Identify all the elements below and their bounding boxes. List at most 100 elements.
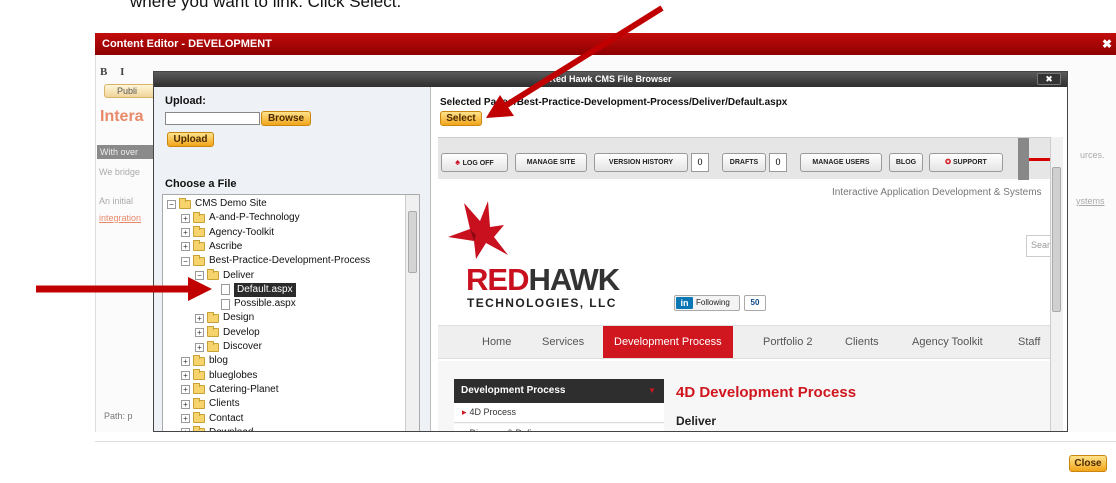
divider [95, 441, 1116, 442]
lifebuoy-icon: ✪ [945, 159, 953, 166]
tree-folder-item[interactable]: − Best-Practice-Development-Process [181, 254, 370, 268]
file-tree: − CMS Demo Site + A-and-P-Technology + Agency… [162, 194, 420, 431]
linkedin-count: 50 [744, 295, 766, 311]
linkedin-follow-button[interactable]: in Following [674, 295, 740, 311]
close-button[interactable]: Close [1069, 455, 1107, 472]
dialog-close-icon[interactable]: ✖ [1037, 73, 1061, 85]
logo-red-part: RED [466, 262, 529, 297]
nav-development-process[interactable]: Development Process [603, 326, 733, 358]
tree-folder-item[interactable]: + Agency-Toolkit [181, 226, 274, 240]
expand-icon[interactable]: + [181, 385, 190, 395]
file-browser-left-panel: Upload: Browse Upload Choose a File − CMS… [154, 87, 431, 431]
version-history-button[interactable]: VERSION HISTORY [594, 153, 688, 172]
select-button[interactable]: Select [440, 111, 482, 126]
cms-admin-toolbar: ♠ LOG OFF MANAGE SITE VERSION HISTORY 0 … [438, 137, 1058, 180]
editor-link-right[interactable]: ystems [1076, 196, 1105, 206]
nav-portfolio[interactable]: Portfolio 2 [763, 326, 813, 358]
hawk-icon: ♠ [455, 157, 463, 167]
tree-item-label: Possible.aspx [234, 298, 296, 310]
expand-icon[interactable]: + [195, 342, 204, 352]
collapse-icon[interactable]: − [195, 271, 204, 280]
sidebar-item-4d-process[interactable]: 4D Process [454, 403, 664, 423]
manage-site-button[interactable]: MANAGE SITE [515, 153, 587, 172]
tree-folder-item[interactable]: + Contact [181, 412, 243, 426]
tree-folder-item[interactable]: − CMS Demo Site [167, 197, 267, 211]
tree-file-item[interactable]: Default.aspx [209, 282, 296, 297]
expand-icon[interactable]: + [181, 213, 190, 223]
editor-text-line: We bridge [99, 167, 140, 177]
folder-icon [207, 326, 219, 338]
upload-button[interactable]: Upload [167, 132, 214, 147]
sidebar-heading-label: Development Process [461, 385, 566, 396]
tree-item-label: Agency-Toolkit [209, 226, 275, 238]
tree-scrollbar[interactable] [405, 195, 419, 431]
blog-button[interactable]: BLOG [889, 153, 923, 172]
file-icon [221, 284, 230, 296]
editor-link[interactable]: integration [99, 213, 141, 223]
chevron-down-icon: ▼ [648, 386, 656, 395]
folder-icon [193, 354, 205, 366]
tree-folder-item[interactable]: + blueglobes [181, 369, 257, 383]
tree-folder-item[interactable]: + Develop [195, 326, 260, 340]
tree-folder-item[interactable]: + Clients [181, 397, 240, 411]
nav-agency-toolkit[interactable]: Agency Toolkit [912, 326, 983, 358]
version-count: 0 [691, 153, 709, 172]
file-icon [221, 298, 230, 310]
tree-item-label: CMS Demo Site [195, 198, 267, 209]
logo-dark-part: HAWK [528, 262, 620, 297]
editor-text-right: urces. [1080, 150, 1105, 160]
upload-file-input[interactable] [165, 112, 260, 125]
tree-folder-item[interactable]: + Download [181, 426, 253, 431]
expand-icon[interactable]: + [181, 242, 190, 252]
log-off-label: LOG OFF [462, 160, 494, 167]
expand-icon[interactable]: + [181, 428, 190, 431]
site-search-input[interactable]: Search [1026, 235, 1051, 257]
preview-scrollbar[interactable] [1050, 137, 1063, 431]
tree-item-label: Discover [223, 341, 262, 352]
support-button[interactable]: ✪ SUPPORT [929, 153, 1003, 172]
expand-icon[interactable]: + [181, 356, 190, 366]
tree-item-label: Deliver [223, 269, 255, 281]
browse-button[interactable]: Browse [261, 111, 311, 126]
tree-folder-item[interactable]: + Ascribe [181, 240, 242, 254]
tree-folder-item[interactable]: + Discover [195, 340, 262, 354]
drafts-button[interactable]: DRAFTS [722, 153, 766, 172]
publish-tab[interactable]: Publi [104, 84, 160, 98]
nav-clients[interactable]: Clients [845, 326, 879, 358]
manage-users-button[interactable]: MANAGE USERS [800, 153, 882, 172]
folder-icon [193, 412, 205, 423]
instruction-text: where you want to link. Click Select. [130, 0, 402, 11]
tree-folder-item[interactable]: − Deliver [195, 269, 254, 283]
preview-scrollbar-thumb[interactable] [1052, 167, 1061, 312]
site-tagline: Interactive Application Development & Sy… [832, 187, 1042, 198]
collapse-icon[interactable]: − [181, 256, 190, 266]
log-off-button[interactable]: ♠ LOG OFF [441, 153, 508, 172]
sidebar-item-discover-define[interactable]: Discover & Define [454, 424, 664, 431]
expand-icon[interactable]: + [195, 313, 204, 323]
tree-scrollbar-thumb[interactable] [408, 211, 417, 273]
nav-staff[interactable]: Staff [1018, 326, 1040, 358]
file-browser-dialog: Red Hawk CMS File Browser ✖ Upload: Brow… [153, 71, 1068, 432]
collapse-icon[interactable]: − [167, 199, 176, 209]
tree-folder-item[interactable]: + blog [181, 354, 228, 368]
toolbar-handle[interactable] [1018, 138, 1029, 180]
sidebar-heading[interactable]: Development Process ▼ [454, 379, 664, 403]
nav-home[interactable]: Home [482, 326, 511, 358]
expand-icon[interactable]: + [181, 414, 190, 423]
expand-icon[interactable]: + [195, 328, 204, 338]
expand-icon[interactable]: + [181, 371, 190, 381]
tree-folder-item[interactable]: + Catering-Planet [181, 383, 278, 397]
folder-icon [193, 254, 205, 266]
main-subheading: Deliver [676, 414, 717, 428]
page-preview: ♠ LOG OFF MANAGE SITE VERSION HISTORY 0 … [438, 137, 1063, 431]
expand-icon[interactable]: + [181, 228, 190, 238]
editor-toolbar[interactable]: B I [100, 66, 160, 80]
nav-services[interactable]: Services [542, 326, 584, 358]
tree-item-label: Clients [209, 398, 240, 410]
tree-file-item[interactable]: Possible.aspx [209, 297, 296, 311]
editor-highlight-text: With over [97, 145, 157, 159]
tree-folder-item[interactable]: + A-and-P-Technology [181, 211, 300, 225]
expand-icon[interactable]: + [181, 399, 190, 409]
tree-folder-item[interactable]: + Design [195, 311, 254, 325]
close-icon[interactable]: ✖ [1102, 33, 1112, 55]
